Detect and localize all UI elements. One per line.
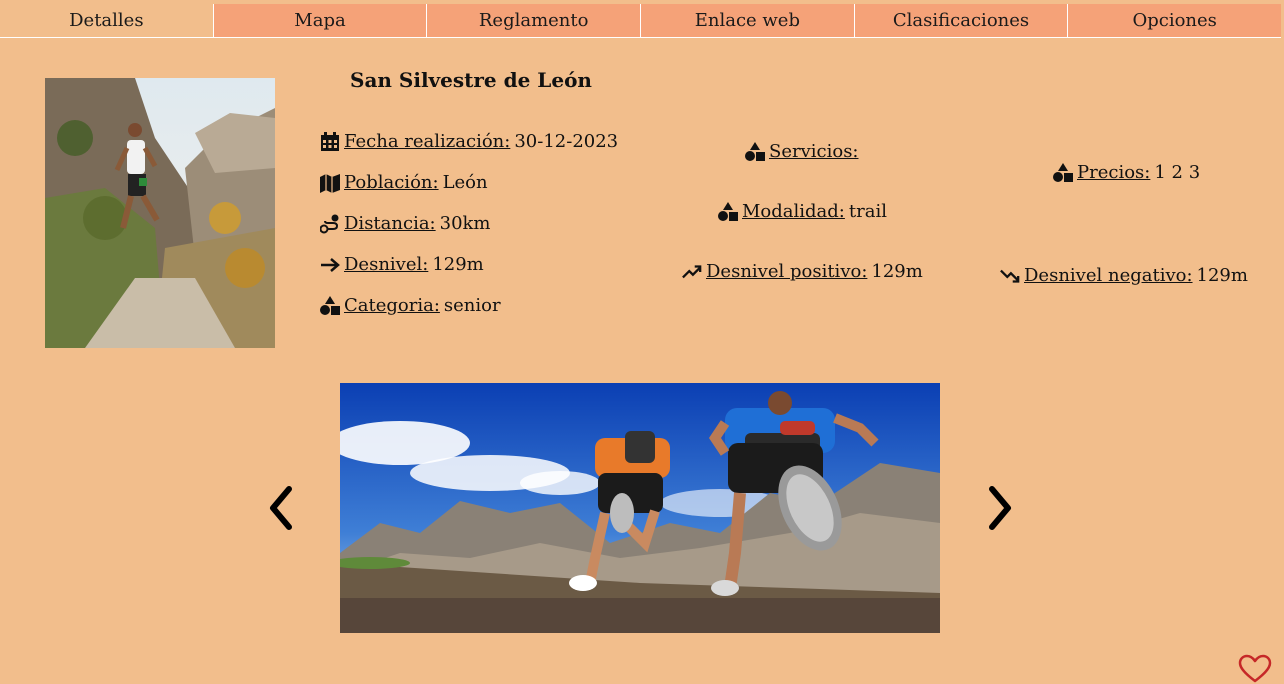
categoria-field: Categoria: senior <box>320 295 501 316</box>
categoria-label: Categoria: <box>344 295 440 316</box>
calendar-icon <box>321 131 339 151</box>
shapes-icon <box>745 141 765 161</box>
chevron-right-icon <box>989 486 1011 530</box>
poblacion-field: Población: León <box>320 172 488 193</box>
desnivel-label: Desnivel: <box>344 254 429 275</box>
favorite-button[interactable] <box>1238 654 1272 684</box>
precios-field: Precios: 1 2 3 <box>1053 162 1200 183</box>
fecha-value: 30-12-2023 <box>514 131 619 152</box>
fecha-field: Fecha realización: 30-12-2023 <box>320 131 618 152</box>
race-title: San Silvestre de León <box>350 68 592 92</box>
servicios-label: Servicios: <box>769 141 859 162</box>
desnivel-value: 129m <box>432 254 484 275</box>
desnivel-positivo-value: 129m <box>871 261 923 282</box>
map-icon <box>320 173 340 193</box>
shapes-icon <box>320 295 340 315</box>
modalidad-label: Modalidad: <box>742 201 845 222</box>
modalidad-value: trail <box>848 201 887 222</box>
tab-mapa[interactable]: Mapa <box>213 4 428 37</box>
desnivel-negativo-field: Desnivel negativo: 129m <box>1000 265 1248 286</box>
precios-value: 1 2 3 <box>1154 162 1201 183</box>
modalidad-field: Modalidad: trail <box>718 201 887 222</box>
tab-reglamento[interactable]: Reglamento <box>427 4 642 37</box>
distancia-label: Distancia: <box>344 213 436 234</box>
precios-label: Precios: <box>1077 162 1151 183</box>
tab-opciones[interactable]: Opciones <box>1068 4 1282 37</box>
desnivel-positivo-label: Desnivel positivo: <box>706 261 868 282</box>
carousel-image <box>340 383 940 633</box>
desnivel-positivo-field: Desnivel positivo: 129m <box>682 261 923 282</box>
trend-down-icon <box>1000 269 1020 283</box>
chevron-left-icon <box>270 486 292 530</box>
tab-enlace-web[interactable]: Enlace web <box>641 4 855 37</box>
carousel-next-button[interactable] <box>983 480 1019 536</box>
carousel-prev-button[interactable] <box>262 480 298 536</box>
distancia-value: 30km <box>439 213 491 234</box>
route-icon <box>320 214 339 233</box>
poblacion-value: León <box>442 172 488 193</box>
fecha-label: Fecha realización: <box>344 131 511 152</box>
desnivel-negativo-value: 129m <box>1196 265 1248 286</box>
top-nav: Detalles Mapa Reglamento Enlace web Clas… <box>0 4 1282 38</box>
tab-detalles[interactable]: Detalles <box>0 4 214 37</box>
tab-clasificaciones[interactable]: Clasificaciones <box>854 4 1069 37</box>
desnivel-negativo-label: Desnivel negativo: <box>1024 265 1193 286</box>
race-photo <box>45 78 275 348</box>
distancia-field: Distancia: 30km <box>320 213 491 234</box>
trend-up-icon <box>682 264 702 278</box>
heart-icon <box>1238 654 1272 683</box>
desnivel-field: Desnivel: 129m <box>320 254 484 275</box>
servicios-field: Servicios: <box>745 141 863 162</box>
shapes-icon <box>718 201 738 221</box>
categoria-value: senior <box>443 295 501 316</box>
shapes-icon <box>1053 162 1073 182</box>
poblacion-label: Población: <box>344 172 439 193</box>
arrow-right-icon <box>321 257 340 272</box>
